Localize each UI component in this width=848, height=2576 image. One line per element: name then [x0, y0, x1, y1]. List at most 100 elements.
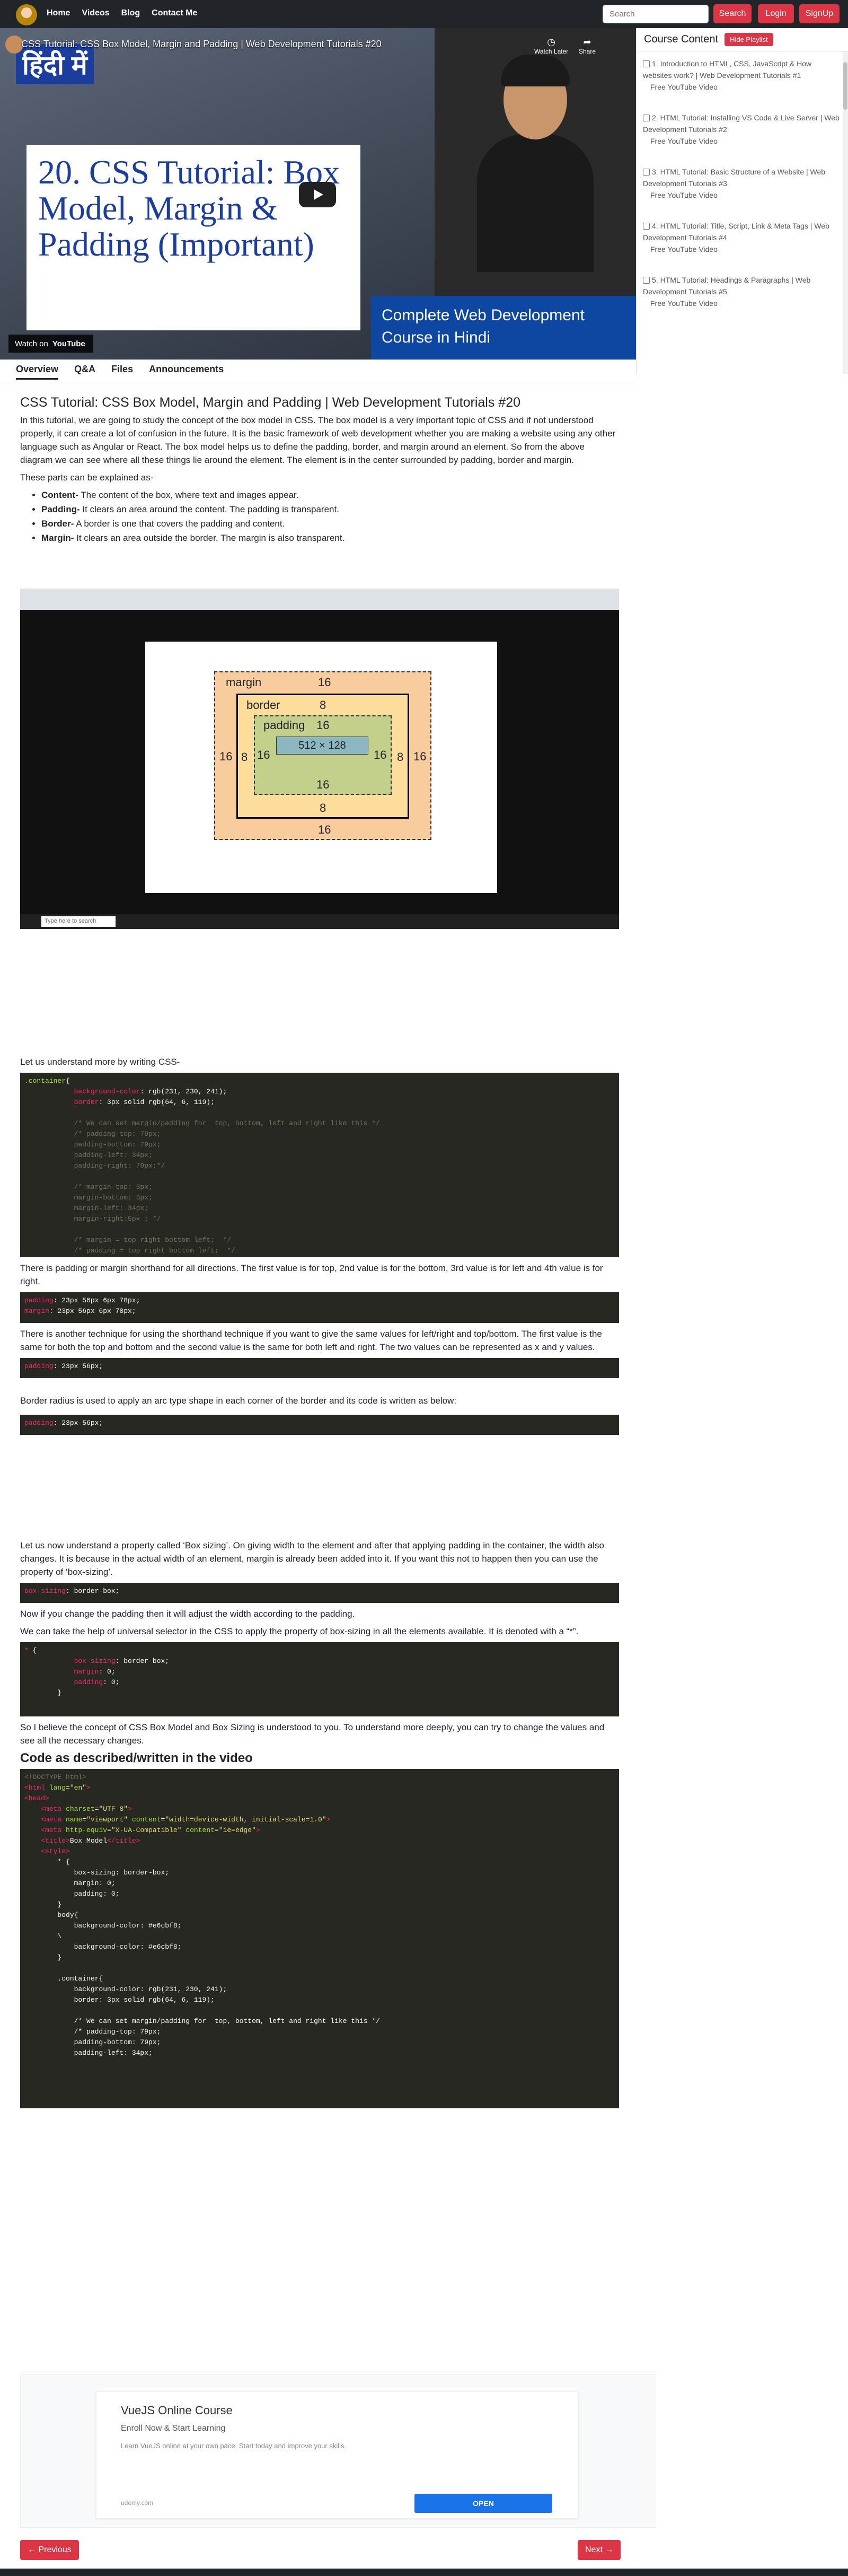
border-top-value: 8: [320, 698, 326, 712]
youtube-logo: YouTube: [52, 339, 85, 348]
tab-overview[interactable]: Overview: [16, 364, 59, 380]
login-button[interactable]: Login: [758, 4, 794, 23]
two-values-paragraph: There is another technique for using the…: [20, 1329, 602, 1352]
padding-top-value: 16: [316, 719, 330, 732]
channel-avatar[interactable]: [5, 36, 23, 54]
ad-card[interactable]: VueJS Online Course Enroll Now & Start L…: [96, 2391, 578, 2519]
playlist-item-title: 1. Introduction to HTML, CSS, JavaScript…: [643, 59, 812, 80]
ad-banner[interactable]: VueJS Online Course Enroll Now & Start L…: [20, 2374, 656, 2528]
list-item: Border- A border is one that covers the …: [41, 517, 619, 530]
code-section-heading: Code as described/written in the video: [20, 1751, 253, 1765]
playlist-item[interactable]: 5. HTML Tutorial: Headings & Paragraphs …: [643, 274, 842, 309]
diagram-canvas: margin 16 16 16 16 border 8 8 8 8 paddin…: [145, 642, 497, 893]
tab-files[interactable]: Files: [111, 364, 133, 380]
border-box: border 8 8 8 8 padding 16 16 16 16 512 ×…: [236, 694, 409, 819]
nav-contact[interactable]: Contact Me: [152, 8, 197, 18]
playlist-item-sub: Free YouTube Video: [650, 245, 718, 253]
border-radius-paragraph: Border radius is used to apply an arc ty…: [20, 1396, 457, 1406]
border-bottom-value: 8: [320, 801, 326, 814]
checkbox[interactable]: [643, 169, 650, 176]
list-term: Margin-: [41, 533, 74, 543]
browser-chrome: [20, 589, 619, 610]
ad-title[interactable]: VueJS Online Course: [121, 2404, 233, 2417]
nav-videos[interactable]: Videos: [82, 8, 109, 18]
code-block: * { box-sizing: border-box; margin: 0; p…: [20, 1642, 619, 1716]
sidebar-title: Course Content: [644, 33, 719, 45]
css-intro: Let us understand more by writing CSS-: [20, 1057, 180, 1067]
course-band-text: Complete Web Development Course in Hindi: [382, 306, 585, 346]
code-block: .container{ background-color: rgb(231, 2…: [20, 1073, 619, 1257]
code-block: padding: 23px 56px;: [20, 1415, 619, 1435]
list-term: Border-: [41, 519, 74, 529]
playlist-item-sub: Free YouTube Video: [650, 137, 718, 145]
padding-box: padding 16 16 16 16 512 × 128: [254, 715, 392, 795]
playlist-item[interactable]: 3. HTML Tutorial: Basic Structure of a W…: [643, 166, 842, 201]
article: CSS Tutorial: CSS Box Model, Margin and …: [20, 395, 619, 550]
site-logo[interactable]: [16, 4, 37, 25]
search-input[interactable]: [603, 5, 709, 23]
taskbar-search: Type here to search: [41, 916, 116, 927]
playlist-item-title: 2. HTML Tutorial: Installing VS Code & L…: [643, 113, 840, 134]
full-code-block: <!DOCTYPE html> <html lang="en"> <head> …: [20, 1769, 619, 2108]
course-band: Complete Web Development Course in Hindi: [371, 296, 636, 360]
checkbox[interactable]: [643, 60, 650, 67]
playlist-item-title: 5. HTML Tutorial: Headings & Paragraphs …: [643, 276, 811, 296]
playlist-item[interactable]: 4. HTML Tutorial: Title, Script, Link & …: [643, 220, 842, 255]
signup-button[interactable]: SignUp: [799, 4, 840, 23]
search-button[interactable]: Search: [713, 4, 752, 23]
course-sidebar: Course Content Hide Playlist 1. Introduc…: [636, 28, 848, 374]
box-sizing-paragraph: Let us now understand a property called …: [20, 1540, 604, 1577]
previous-button[interactable]: ← Previous: [20, 2540, 79, 2560]
parts-intro: These parts can be explained as-: [20, 472, 154, 483]
article-title: CSS Tutorial: CSS Box Model, Margin and …: [20, 395, 521, 410]
playlist-item[interactable]: 2. HTML Tutorial: Installing VS Code & L…: [643, 112, 842, 147]
intro-paragraph: In this tutorial, we are going to study …: [20, 415, 616, 465]
nav-home[interactable]: Home: [47, 8, 70, 18]
parts-list: Content- The content of the box, where t…: [20, 488, 619, 545]
watch-later-label: Watch Later: [534, 48, 569, 55]
code-block: padding: 23px 56px 6px 78px; margin: 23p…: [20, 1292, 619, 1323]
playlist: 1. Introduction to HTML, CSS, JavaScript…: [637, 51, 848, 335]
tab-announcements[interactable]: Announcements: [149, 364, 224, 380]
hide-playlist-button[interactable]: Hide Playlist: [725, 33, 773, 46]
universal-selector-paragraph: We can take the help of universal select…: [20, 1626, 579, 1636]
share-button[interactable]: ➦ Share: [579, 37, 596, 55]
playlist-item-title: 4. HTML Tutorial: Title, Script, Link & …: [643, 222, 829, 242]
watch-later-button[interactable]: ◷ Watch Later: [534, 37, 568, 55]
border-left-value: 8: [241, 750, 248, 764]
list-item: Padding- It clears an area around the co…: [41, 503, 619, 516]
video-title[interactable]: CSS Tutorial: CSS Box Model, Margin and …: [21, 39, 382, 50]
code-block: box-sizing: border-box;: [20, 1583, 619, 1603]
next-button[interactable]: Next →: [578, 2540, 621, 2560]
shorthand-paragraph: There is padding or margin shorthand for…: [20, 1263, 603, 1286]
playlist-item-title: 3. HTML Tutorial: Basic Structure of a W…: [643, 168, 826, 188]
playlist-item-sub: Free YouTube Video: [650, 299, 718, 308]
play-icon[interactable]: [299, 182, 336, 207]
playlist-item[interactable]: 1. Introduction to HTML, CSS, JavaScript…: [643, 58, 842, 93]
tab-qa[interactable]: Q&A: [74, 364, 95, 380]
watch-on-label: Watch on: [15, 339, 48, 348]
playlist-item-sub: Free YouTube Video: [650, 191, 718, 199]
hindi-badge: हिंदी में: [16, 44, 94, 84]
box-model-screenshot: margin 16 16 16 16 border 8 8 8 8 paddin…: [20, 589, 619, 929]
watch-on-youtube[interactable]: Watch on YouTube: [8, 335, 93, 353]
navbar: Home Videos Blog Contact Me Search Login…: [0, 0, 848, 28]
checkbox[interactable]: [643, 115, 650, 121]
checkbox[interactable]: [643, 223, 650, 230]
list-desc: It clears an area around the content. Th…: [80, 504, 339, 514]
share-icon: ➦: [583, 37, 591, 47]
article-lower: Let us understand more by writing CSS- .…: [20, 1055, 619, 2113]
ad-open-button[interactable]: OPEN: [414, 2494, 552, 2513]
nav-blog[interactable]: Blog: [121, 8, 140, 18]
video-player[interactable]: हिंदी में CSS Tutorial: CSS Box Model, M…: [0, 28, 636, 360]
margin-right-value: 16: [413, 750, 427, 763]
padding-label: padding: [263, 719, 305, 732]
margin-bottom-value: 16: [318, 823, 331, 836]
list-desc: The content of the box, where text and i…: [78, 490, 299, 500]
checkbox[interactable]: [643, 277, 650, 284]
sidebar-scroll-thumb[interactable]: [843, 62, 847, 110]
clock-icon: ◷: [547, 37, 555, 47]
list-desc: A border is one that covers the padding …: [74, 519, 285, 529]
conclusion-paragraph: So I believe the concept of CSS Box Mode…: [20, 1722, 605, 1746]
ad-domain: udemy.com: [121, 2499, 154, 2507]
